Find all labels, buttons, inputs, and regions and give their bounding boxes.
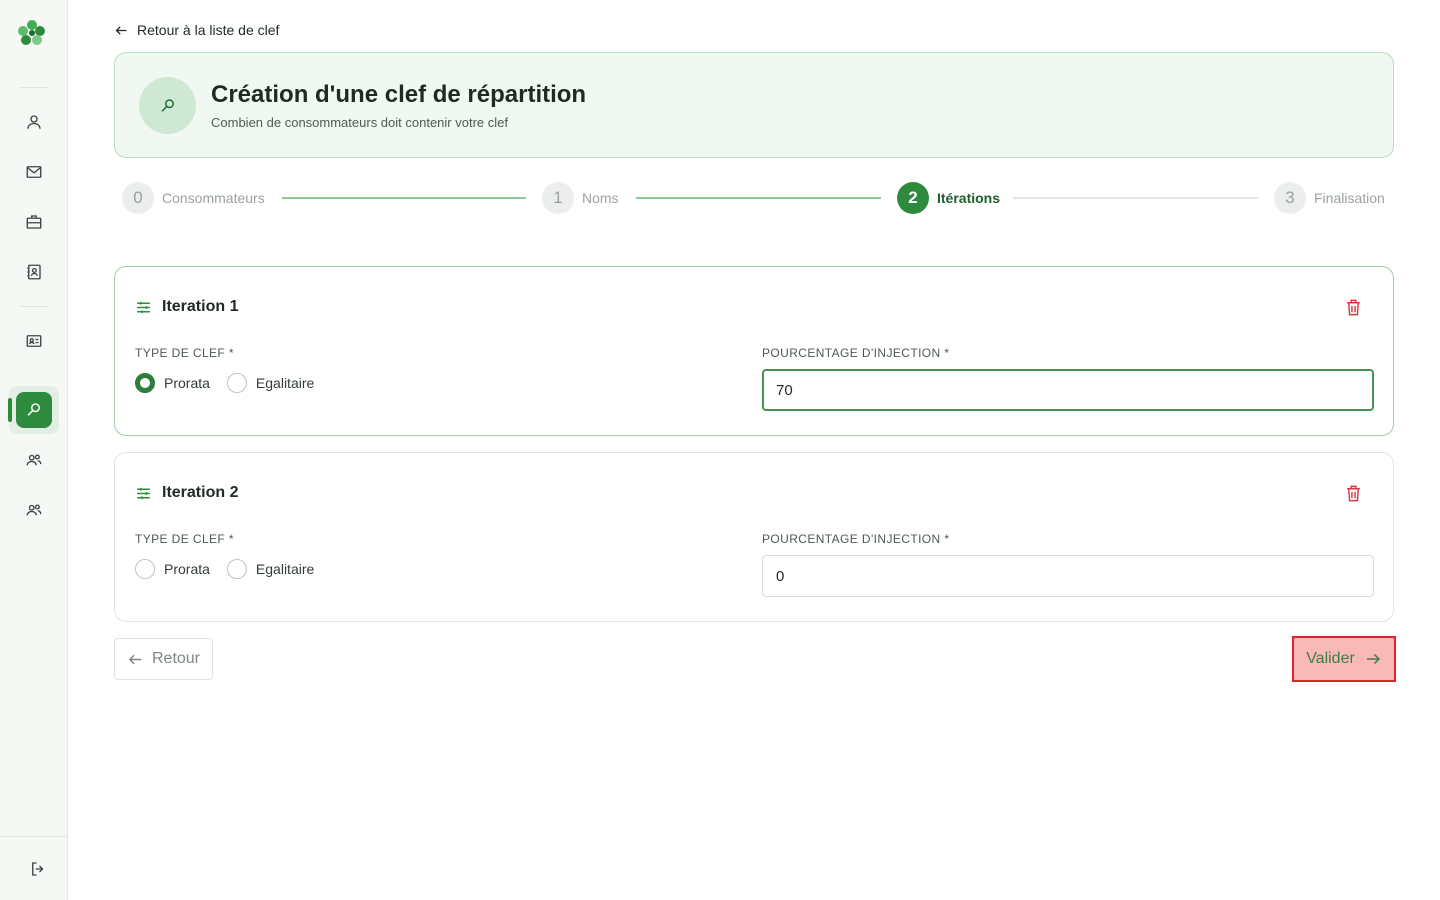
- key-icon: [27, 403, 40, 416]
- sidebar-divider: [20, 306, 47, 307]
- trash-icon[interactable]: [1344, 484, 1363, 503]
- step-connector: [1013, 197, 1258, 199]
- step-number: 2: [897, 182, 929, 214]
- page-header: Création d'une clef de répartition Combi…: [114, 52, 1394, 158]
- sidebar: [0, 0, 68, 900]
- key-type-radio-group: Prorata Egalitaire: [135, 559, 331, 579]
- radio-button[interactable]: [135, 559, 155, 579]
- key-type-label: TYPE DE CLEF *: [135, 532, 234, 546]
- injection-percent-label: POURCENTAGE D'INJECTION *: [762, 532, 950, 546]
- sidebar-item-mail[interactable]: [16, 154, 52, 190]
- radio-prorata[interactable]: Prorata: [135, 559, 210, 579]
- sidebar-divider: [20, 87, 47, 88]
- sliders-icon: [137, 487, 150, 499]
- iteration-card: Iteration 1 TYPE DE CLEF * Prorata Egali…: [114, 266, 1394, 436]
- briefcase-icon: [26, 215, 42, 229]
- sidebar-item-briefcase[interactable]: [16, 204, 52, 240]
- hero-key-icon: [139, 77, 196, 134]
- submit-button-label: Valider: [1306, 650, 1355, 667]
- key-type-label: TYPE DE CLEF *: [135, 346, 234, 360]
- key-type-radio-group: Prorata Egalitaire: [135, 373, 331, 393]
- step-number: 1: [542, 182, 574, 214]
- users-alt-icon: [26, 504, 42, 516]
- arrow-left-icon: [115, 25, 127, 35]
- submit-button[interactable]: Valider: [1292, 636, 1396, 682]
- contact-book-icon: [27, 264, 41, 280]
- radio-label: Egalitaire: [255, 375, 315, 391]
- page-subtitle: Combien de consommateurs doit contenir v…: [211, 115, 508, 130]
- sidebar-item-groups-alt[interactable]: [16, 492, 52, 528]
- radio-egalitaire[interactable]: Egalitaire: [226, 373, 315, 393]
- sidebar-divider: [0, 836, 68, 837]
- radio-egalitaire[interactable]: Egalitaire: [226, 559, 315, 579]
- back-to-list-link[interactable]: Retour à la liste de clef: [114, 20, 279, 40]
- mail-icon: [26, 166, 42, 178]
- injection-percent-input[interactable]: [762, 555, 1374, 597]
- user-icon: [27, 115, 41, 129]
- arrow-right-icon: [1366, 653, 1380, 665]
- step-connector: [636, 197, 881, 199]
- back-button-label: Retour: [151, 650, 201, 667]
- step-label: Itérations: [937, 190, 1001, 206]
- trash-icon[interactable]: [1344, 298, 1363, 317]
- iteration-title: Iteration 2: [162, 484, 239, 501]
- sidebar-active-indicator: [8, 398, 12, 422]
- arrow-left-icon: [128, 654, 142, 664]
- sidebar-item-groups[interactable]: [16, 442, 52, 478]
- sidebar-item-keys[interactable]: [16, 392, 52, 428]
- step-number: 0: [122, 182, 154, 214]
- injection-percent-input[interactable]: [762, 369, 1374, 411]
- step-label: Finalisation: [1314, 190, 1385, 206]
- radio-button[interactable]: [135, 373, 155, 393]
- radio-label: Prorata: [164, 375, 210, 391]
- logo-icon[interactable]: [16, 17, 48, 49]
- id-card-icon: [26, 335, 42, 347]
- back-to-list-label: Retour à la liste de clef: [137, 22, 280, 38]
- users-icon: [26, 454, 42, 466]
- step-number: 3: [1274, 182, 1306, 214]
- iteration-header: Iteration 1: [135, 298, 238, 316]
- radio-button[interactable]: [226, 373, 247, 393]
- iteration-header: Iteration 2: [135, 484, 238, 502]
- radio-label: Prorata: [164, 561, 210, 577]
- logout-icon: [32, 862, 44, 876]
- step-iterations[interactable]: 2 Itérations: [897, 182, 1000, 214]
- page-title: Création d'une clef de répartition: [211, 81, 587, 108]
- iteration-card: Iteration 2 TYPE DE CLEF * Prorata Egali…: [114, 452, 1394, 622]
- sidebar-item-users[interactable]: [16, 104, 52, 140]
- radio-prorata[interactable]: Prorata: [135, 373, 210, 393]
- radio-label: Egalitaire: [255, 561, 315, 577]
- back-button[interactable]: Retour: [114, 638, 213, 680]
- step-label: Noms: [582, 190, 619, 206]
- sliders-icon: [137, 301, 150, 313]
- sidebar-item-id-card[interactable]: [16, 323, 52, 359]
- step-noms[interactable]: 1 Noms: [542, 182, 619, 214]
- step-label: Consommateurs: [162, 190, 265, 206]
- step-connector: [282, 197, 526, 199]
- step-consommateurs[interactable]: 0 Consommateurs: [122, 182, 265, 214]
- logout-button[interactable]: [20, 851, 56, 887]
- sidebar-item-contacts[interactable]: [16, 254, 52, 290]
- injection-percent-label: POURCENTAGE D'INJECTION *: [762, 346, 950, 360]
- radio-button[interactable]: [226, 559, 247, 579]
- iteration-title: Iteration 1: [162, 298, 239, 315]
- step-finalisation[interactable]: 3 Finalisation: [1274, 182, 1385, 214]
